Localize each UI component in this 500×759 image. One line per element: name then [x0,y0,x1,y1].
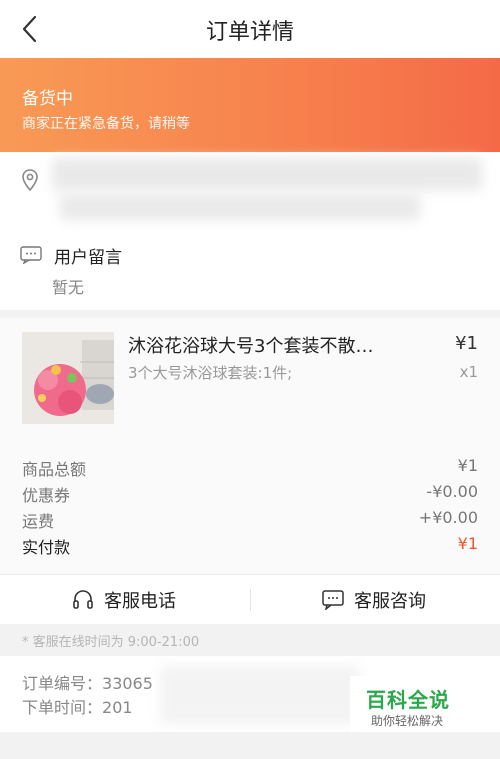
blurred-address-name [52,158,482,190]
service-hours-note: * 客服在线时间为 9:00-21:00 [22,635,200,650]
fee-value: +¥0.00 [418,508,478,527]
message-value: 暂无 [52,278,85,297]
fee-row-total: 实付款 ¥1 [22,534,478,560]
blurred-address-detail [60,194,420,220]
fee-label: 实付款 [22,538,71,557]
product-spec: 3个大号沐浴球套装:1件; [128,364,293,382]
fee-summary: 商品总额 ¥1 优惠券 -¥0.00 运费 +¥0.00 实付款 ¥1 [0,442,500,574]
service-chat-label: 客服咨询 [354,591,426,612]
fee-value: ¥1 [457,456,478,475]
fee-row-coupon: 优惠券 -¥0.00 [22,482,478,508]
location-pin-icon [22,169,38,192]
nav-bar: 订单详情 [0,0,500,58]
order-number-row: 订单编号：33065 [22,670,153,694]
service-chat-button[interactable]: 客服咨询 [322,575,426,625]
product-item[interactable]: 沐浴花浴球大号3个套装不散… 3个大号沐浴球套装:1件; ¥1 x1 [0,318,500,442]
fee-value: ¥1 [457,534,478,553]
product-image [22,332,114,424]
product-name[interactable]: 沐浴花浴球大号3个套装不散… [128,332,408,358]
status-banner: 备货中 商家正在紧急备货，请稍等 [0,58,500,152]
watermark-title: 百科全说 [366,688,450,712]
order-time-value: 201 [102,698,133,717]
product-thumbnail[interactable] [22,332,114,424]
page-title: 订单详情 [205,20,294,45]
service-separator [250,589,251,611]
status-title: 备货中 [22,89,73,109]
message-title: 用户留言 [54,248,122,268]
fee-label: 优惠券 [22,486,71,505]
customer-service-bar: 客服电话 客服咨询 [0,574,500,624]
service-phone-button[interactable]: 客服电话 [72,575,176,625]
headset-icon [73,590,93,609]
order-time-row: 下单时间：201 [22,694,133,718]
fee-label: 运费 [22,512,55,531]
watermark-subtitle: 助你轻松解决 [371,714,444,728]
user-message-section: 用户留言 暂无 [0,232,500,310]
product-quantity: x1 [459,363,478,381]
fee-label: 商品总额 [22,460,87,479]
message-icon [20,246,42,264]
blurred-order-details [160,666,360,724]
product-price: ¥1 [455,333,478,354]
fee-row-subtotal: 商品总额 ¥1 [22,456,478,482]
address-section[interactable] [0,152,500,232]
status-description: 商家正在紧急备货，请稍等 [22,116,190,132]
order-number-label: 订单编号： [22,674,103,693]
fee-value: -¥0.00 [426,482,478,501]
order-time-label: 下单时间： [22,698,103,717]
service-phone-label: 客服电话 [104,591,176,612]
chat-bubble-icon [322,590,344,610]
order-number-value: 33065 [102,674,153,693]
fee-row-shipping: 运费 +¥0.00 [22,508,478,534]
